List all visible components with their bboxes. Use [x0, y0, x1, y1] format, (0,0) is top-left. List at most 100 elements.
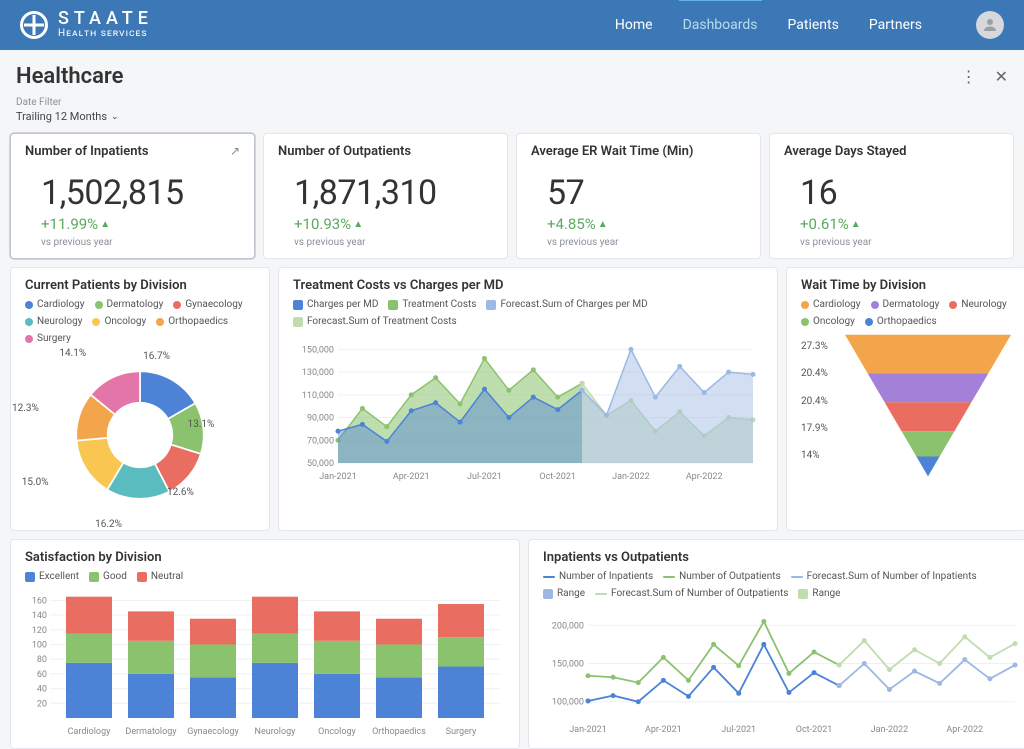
middle-row: Current Patients by Division CardiologyD… [10, 267, 1014, 531]
kpi-subtitle: vs previous year [784, 237, 999, 248]
svg-text:140: 140 [32, 611, 47, 621]
kpi-title: Number of Outpatients [278, 144, 411, 159]
kpi-subtitle: vs previous year [531, 237, 746, 248]
svg-text:Cardiology: Cardiology [68, 727, 111, 737]
kpi-inpatients[interactable]: Number of Inpatients ↗ 1,502,815 +11.99%▲… [10, 133, 255, 259]
logo: STAATE Health services [20, 10, 153, 39]
card-in-vs-out: Inpatients vs Outpatients Number of Inpa… [528, 539, 1024, 749]
svg-text:160: 160 [32, 596, 47, 606]
expand-icon[interactable]: ↗ [230, 144, 240, 158]
legend: ExcellentGoodNeutral [25, 571, 505, 582]
kpi-subtitle: vs previous year [25, 237, 240, 248]
kpi-delta: +10.93%▲ [278, 215, 493, 233]
card-patients-by-division: Current Patients by Division CardiologyD… [10, 267, 270, 531]
kpi-delta: +0.61%▲ [784, 215, 999, 233]
donut-chart: 16.7%13.1%12.6%16.2%15.0%12.3%14.1% [25, 350, 255, 520]
card-satisfaction: Satisfaction by Division ExcellentGoodNe… [10, 539, 520, 749]
svg-text:150,000: 150,000 [302, 345, 334, 355]
card-wait-time-by-division: Wait Time by Division CardiologyDermatol… [786, 267, 1024, 531]
svg-text:Jan-2022: Jan-2022 [612, 472, 650, 482]
svg-text:Gynaecology: Gynaecology [187, 727, 239, 737]
area-chart: 150,000 130,000 110,000 90,000 70,000 50,000 J… [293, 333, 763, 483]
svg-text:Neurology: Neurology [255, 727, 297, 737]
svg-text:Jan-2021: Jan-2021 [569, 725, 607, 735]
svg-text:130,000: 130,000 [302, 368, 334, 378]
kpi-value: 57 [531, 165, 746, 215]
svg-text:20: 20 [37, 699, 47, 709]
kpi-title: Average ER Wait Time (Min) [531, 144, 694, 159]
card-title: Current Patients by Division [25, 278, 255, 293]
kpi-title: Number of Inpatients [25, 144, 149, 159]
svg-text:Orthopaedics: Orthopaedics [372, 727, 426, 737]
nav-home[interactable]: Home [615, 1, 653, 49]
svg-text:150,000: 150,000 [552, 660, 584, 670]
stacked-bar-chart: 16014012010080604020CardiologyDermatolog… [25, 588, 505, 738]
svg-text:Jul-2021: Jul-2021 [721, 725, 756, 735]
card-costs-vs-charges: Treatment Costs vs Charges per MD Charge… [278, 267, 778, 531]
svg-text:Apr-2022: Apr-2022 [946, 725, 983, 735]
page-title: Healthcare [16, 64, 123, 89]
date-filter-value: Trailing 12 Months [16, 110, 107, 123]
svg-text:40: 40 [37, 685, 47, 695]
brand-name: STAATE [58, 10, 153, 29]
nav-dashboards[interactable]: Dashboards [683, 1, 758, 49]
kpi-title: Average Days Stayed [784, 144, 906, 159]
nav-partners[interactable]: Partners [869, 1, 922, 49]
kpi-delta: +4.85%▲ [531, 215, 746, 233]
svg-text:Oncology: Oncology [318, 727, 356, 737]
legend: Number of InpatientsNumber of Outpatient… [543, 571, 1023, 599]
chevron-down-icon: ⌄ [111, 112, 119, 122]
kpi-value: 1,502,815 [25, 165, 240, 215]
svg-text:110,000: 110,000 [302, 391, 334, 401]
page-header: Healthcare ⋮ ✕ [10, 60, 1014, 97]
kpi-outpatients[interactable]: Number of Outpatients 1,871,310 +10.93%▲… [263, 133, 508, 259]
user-avatar[interactable] [976, 11, 1004, 39]
svg-text:Apr-2022: Apr-2022 [686, 472, 723, 482]
page-body: Healthcare ⋮ ✕ Date Filter Trailing 12 M… [0, 50, 1024, 749]
app-header: STAATE Health services Home Dashboards P… [0, 0, 1024, 50]
legend: Charges per MDTreatment CostsForecast.Su… [293, 299, 763, 327]
date-filter[interactable]: Trailing 12 Months ⌄ [10, 108, 1014, 133]
top-nav: Home Dashboards Patients Partners [615, 1, 1004, 49]
card-title: Treatment Costs vs Charges per MD [293, 278, 763, 293]
svg-text:Apr-2021: Apr-2021 [645, 725, 682, 735]
svg-text:70,000: 70,000 [307, 436, 334, 446]
svg-text:80: 80 [37, 655, 47, 665]
close-icon[interactable]: ✕ [995, 67, 1008, 86]
kpi-er-wait[interactable]: Average ER Wait Time (Min) 57 +4.85%▲ vs… [516, 133, 761, 259]
user-icon [981, 16, 999, 34]
nav-patients[interactable]: Patients [788, 1, 839, 49]
svg-text:Jan-2021: Jan-2021 [319, 472, 357, 482]
svg-text:Surgery: Surgery [446, 727, 477, 737]
card-title: Wait Time by Division [801, 278, 1011, 293]
svg-text:200,000: 200,000 [552, 621, 584, 631]
funnel-chart [845, 333, 1011, 483]
svg-text:120: 120 [32, 626, 47, 636]
kpi-days-stayed[interactable]: Average Days Stayed 16 +0.61%▲ vs previo… [769, 133, 1014, 259]
brand-subtitle: Health services [58, 29, 153, 40]
bottom-row: Satisfaction by Division ExcellentGoodNe… [10, 539, 1014, 749]
card-title: Inpatients vs Outpatients [543, 550, 1023, 565]
svg-text:Oct-2021: Oct-2021 [539, 472, 576, 482]
svg-text:90,000: 90,000 [307, 414, 334, 424]
funnel-labels: 27.3%20.4%20.4%17.9%14% [801, 333, 837, 483]
svg-text:Apr-2021: Apr-2021 [393, 472, 430, 482]
svg-text:100,000: 100,000 [552, 698, 584, 708]
svg-text:50,000: 50,000 [307, 459, 334, 469]
card-title: Satisfaction by Division [25, 550, 505, 565]
more-menu-icon[interactable]: ⋮ [961, 67, 977, 86]
kpi-subtitle: vs previous year [278, 237, 493, 248]
date-filter-label: Date Filter [10, 97, 1014, 108]
legend: CardiologyDermatologyNeurologyOncologyOr… [801, 299, 1011, 327]
svg-text:Dermatology: Dermatology [125, 727, 177, 737]
kpi-value: 1,871,310 [278, 165, 493, 215]
kpi-delta: +11.99%▲ [25, 215, 240, 233]
svg-text:Jan-2022: Jan-2022 [871, 725, 909, 735]
kpi-row: Number of Inpatients ↗ 1,502,815 +11.99%▲… [10, 133, 1014, 259]
svg-text:60: 60 [37, 670, 47, 680]
logo-icon [20, 11, 48, 39]
line-chart: 200,000 150,000 100,000 Jan-2021 Apr-2021 Jul… [543, 605, 1023, 735]
svg-text:Jul-2021: Jul-2021 [467, 472, 502, 482]
kpi-value: 16 [784, 165, 999, 215]
svg-text:Oct-2021: Oct-2021 [796, 725, 833, 735]
